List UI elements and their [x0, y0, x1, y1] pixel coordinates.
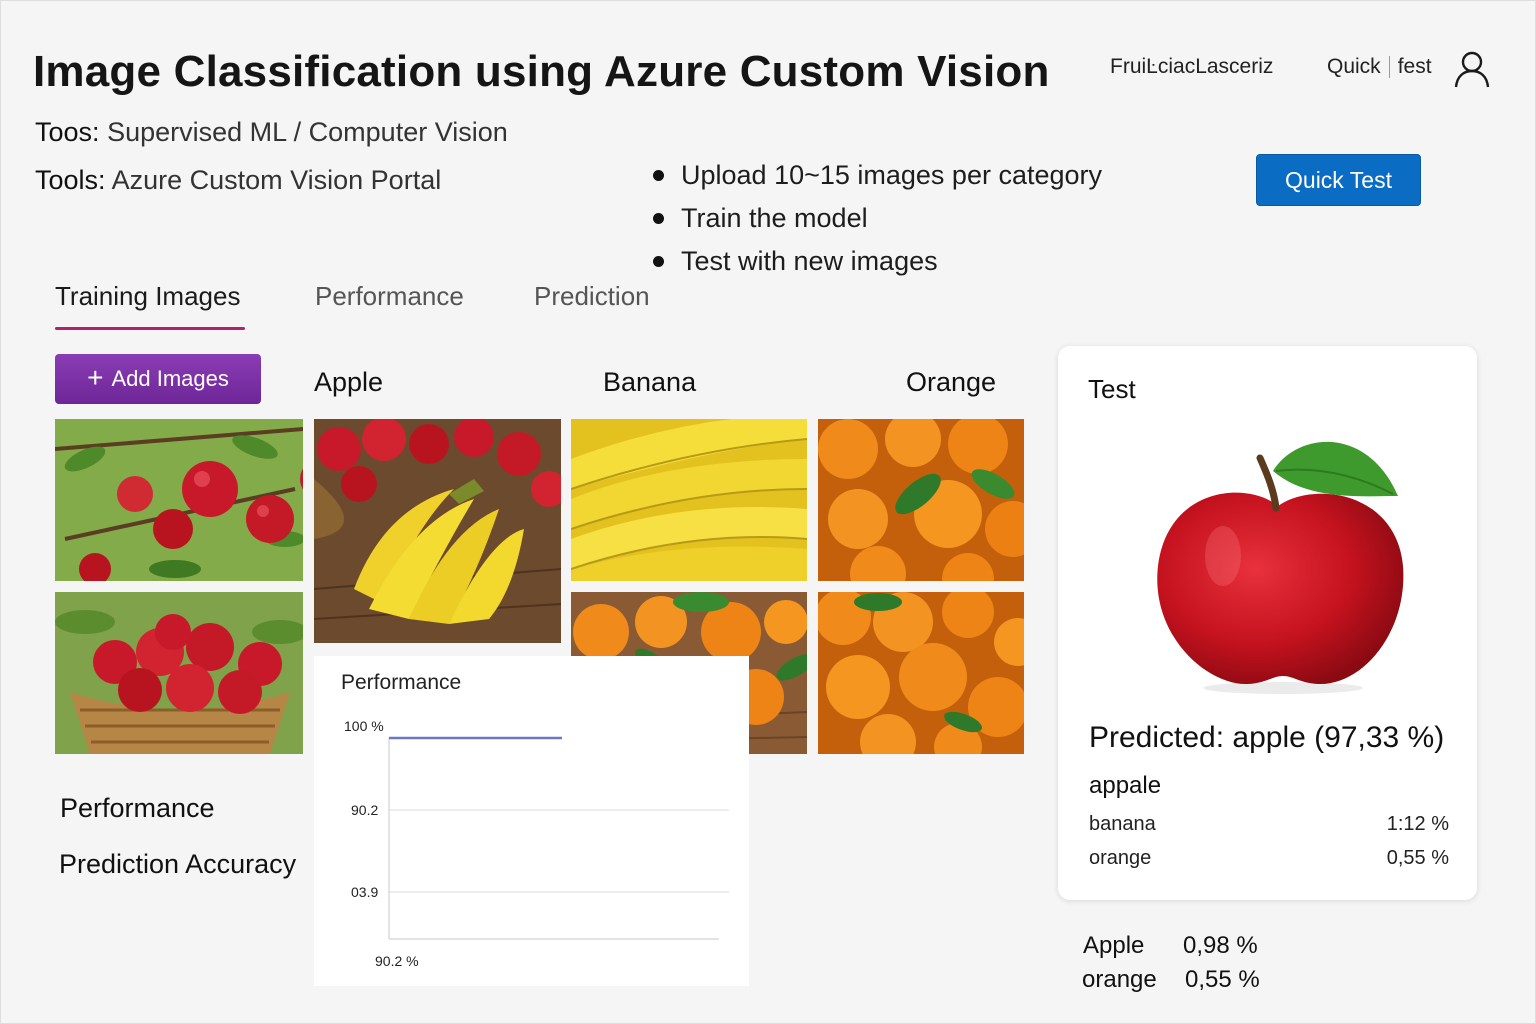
category-label-orange: Orange — [906, 367, 997, 397]
step-item: Upload 10~15 images per category — [651, 157, 1102, 200]
bottom-result-row: orange 0,55 % — [1082, 966, 1260, 994]
training-image-apple-tree[interactable] — [55, 419, 303, 581]
training-image-banana[interactable] — [571, 419, 807, 581]
tools-line: Tools: Azure Custom Vision Portal — [35, 165, 441, 196]
bottom-result-pct: 0,55 % — [1185, 966, 1260, 993]
nav-divider — [1388, 56, 1390, 79]
performance-chart-plot — [388, 736, 729, 940]
quick-fest-nav[interactable]: Quick fest — [1327, 55, 1432, 79]
bottom-result-label: orange — [1082, 966, 1157, 993]
quick-test-button[interactable]: Quick Test — [1256, 154, 1421, 206]
add-images-label: Add Images — [111, 366, 229, 391]
training-image-orange[interactable] — [818, 419, 1024, 581]
tab-training-images[interactable]: Training Images — [55, 281, 240, 312]
tab-performance[interactable]: Performance — [315, 281, 464, 312]
tab-prediction[interactable]: Prediction — [534, 281, 650, 312]
prediction-row: banana 1:12 % — [1089, 813, 1449, 836]
prediction-row-pct: 0,55 % — [1386, 847, 1449, 869]
prediction-row-label: banana — [1089, 813, 1156, 835]
page-title: Image Classification using Azure Custom … — [33, 47, 1050, 96]
predicted-result: Predicted: apple (97,33 %) — [1089, 721, 1445, 754]
top-tag-label: appale — [1089, 772, 1162, 799]
prediction-row: orange 0,55 % — [1089, 847, 1449, 870]
steps-list: Upload 10~15 images per category Train t… — [651, 157, 1102, 286]
category-label-banana: Banana — [603, 367, 697, 397]
prediction-row-pct: 1:12 % — [1386, 813, 1449, 835]
active-tab-indicator — [55, 327, 245, 330]
add-images-button[interactable]: + Add Images — [55, 354, 261, 404]
category-label-apple: Apple — [314, 367, 384, 397]
project-name-link[interactable]: FruiĿciacLasceriz — [1110, 55, 1273, 79]
topic-line: Toos: Supervised ML / Computer Vision — [35, 117, 508, 148]
plus-icon: + — [87, 361, 104, 393]
prediction-accuracy-label: Prediction Accuracy — [59, 849, 297, 879]
step-item: Test with new images — [651, 243, 1102, 286]
prediction-row-label: orange — [1089, 847, 1152, 869]
tools-key: Tools: — [35, 165, 106, 195]
app-window: Image Classification using Azure Custom … — [0, 0, 1536, 1024]
topic-key: Toos: — [35, 117, 100, 147]
test-panel-title: Test — [1088, 374, 1136, 404]
training-image-apple-basket[interactable] — [55, 592, 303, 754]
bottom-result-pct: 0,98 % — [1183, 932, 1258, 959]
test-panel: Test Predicted: apple (97,33 %) appale b… — [1058, 346, 1477, 900]
nav-quick[interactable]: Quick — [1327, 55, 1381, 78]
topic-value: Supervised ML / Computer Vision — [107, 117, 508, 147]
nav-fest[interactable]: fest — [1398, 55, 1432, 78]
bottom-result-row: Apple 0,98 % — [1083, 932, 1258, 960]
user-icon[interactable] — [1453, 49, 1491, 89]
test-image-apple[interactable] — [1148, 426, 1408, 696]
performance-label: Performance — [60, 793, 215, 823]
training-image-apple-banana[interactable] — [314, 419, 561, 643]
step-item: Train the model — [651, 200, 1102, 243]
tools-value: Azure Custom Vision Portal — [111, 165, 442, 195]
performance-chart-card: Performance 100 % 90.2 03.9 90.2 % — [314, 656, 749, 986]
bottom-result-label: Apple — [1083, 932, 1145, 959]
training-image-orange-pile[interactable] — [818, 592, 1024, 754]
